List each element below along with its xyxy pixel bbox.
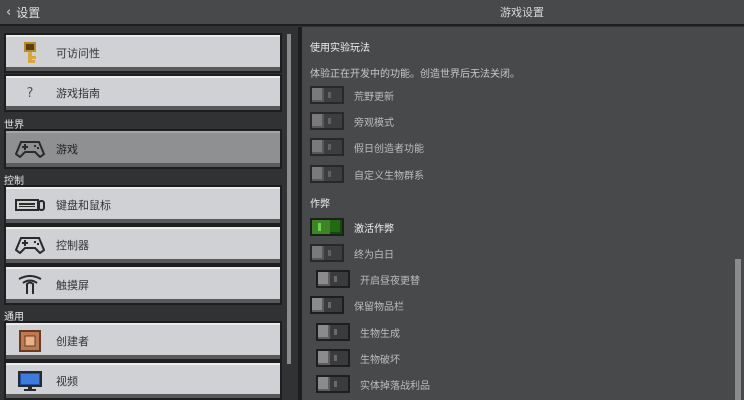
- toggle-label: 开启昼夜更替: [360, 275, 420, 287]
- toggle-knob: [312, 167, 324, 181]
- mob-griefing-toggle[interactable]: [316, 349, 350, 367]
- sidebar-item-label: 创建者: [56, 335, 89, 348]
- experiments-description: 体验正在开发中的功能。创造世界后无法关闭。: [310, 69, 520, 80]
- key-icon: [12, 35, 48, 71]
- toggle-label: 生物生成: [360, 328, 400, 340]
- keep-inventory-toggle[interactable]: [310, 296, 344, 314]
- sidebar-item-accessibility[interactable]: 可访问性: [4, 33, 282, 73]
- toggle-label: 终为白日: [354, 249, 394, 261]
- toggle-label: 实体掉落战利品: [360, 380, 430, 392]
- toggle-knob: [330, 220, 342, 234]
- toggle-row-always-day[interactable]: 终为白日: [310, 243, 394, 263]
- toggle-row-keep-inventory[interactable]: 保留物品栏: [310, 295, 404, 315]
- toggle-row-mob-spawning[interactable]: 生物生成: [316, 322, 400, 342]
- toggle-row-mob-griefing[interactable]: 生物破坏: [316, 348, 400, 368]
- toggle-slot: [328, 92, 331, 98]
- toggle-slot: [328, 302, 331, 308]
- toggle-slot: [334, 329, 337, 335]
- toggle-label: 自定义生物群系: [354, 170, 424, 182]
- toggle-slot: [334, 276, 337, 282]
- toggle-label: 假日创造者功能: [354, 143, 424, 155]
- sidebar-item-label: 键盘和鼠标: [56, 199, 111, 212]
- wild-update-toggle[interactable]: [310, 86, 344, 104]
- gamepad-icon: [12, 227, 48, 263]
- toggle-slot: [328, 118, 331, 124]
- spectator-toggle[interactable]: [310, 112, 344, 130]
- toggle-label: 激活作弊: [354, 223, 394, 235]
- activate-cheats-toggle[interactable]: [310, 218, 344, 236]
- toggle-knob: [312, 114, 324, 128]
- toggle-row-wild-update[interactable]: 荒野更新: [310, 85, 394, 105]
- sidebar-item-label: 游戏: [56, 143, 78, 156]
- sidebar-item-label: 触摸屏: [56, 279, 89, 292]
- sidebar-item-label: 可访问性: [56, 47, 100, 60]
- toggle-slot: [328, 171, 331, 177]
- toggle-row-daylight-cycle[interactable]: 开启昼夜更替: [316, 269, 420, 289]
- settings-scrollbar-thumb[interactable]: [735, 259, 741, 400]
- game-settings-panel: 使用实验玩法 体验正在开发中的功能。创造世界后无法关闭。 荒野更新 旁观模式 假…: [302, 27, 744, 400]
- settings-sidebar: 可访问性 ? 游戏指南 世界 游戏 控制 键盘和鼠标 控制器 触摸屏 通用 创建…: [0, 27, 298, 400]
- toggle-label: 荒野更新: [354, 91, 394, 103]
- toggle-knob: [312, 298, 324, 312]
- top-bar: ‹ 设置 游戏设置: [0, 0, 744, 26]
- sidebar-item-label: 游戏指南: [56, 87, 100, 100]
- toggle-row-spectator[interactable]: 旁观模式: [310, 111, 394, 131]
- sidebar-item-creator[interactable]: 创建者: [4, 321, 282, 361]
- back-label: 设置: [16, 5, 41, 20]
- toggle-slot: [328, 144, 331, 150]
- custom-biomes-toggle[interactable]: [310, 165, 344, 183]
- sidebar-item-how-to-play[interactable]: ? 游戏指南: [4, 74, 282, 112]
- sidebar-item-controller[interactable]: 控制器: [4, 225, 282, 265]
- cheats-title: 作弊: [310, 199, 330, 210]
- toggle-knob: [312, 88, 324, 102]
- toggle-knob: [318, 325, 330, 339]
- toggle-slot: [334, 355, 337, 361]
- toggle-slot: [328, 250, 331, 256]
- chevron-left-icon: ‹: [6, 4, 12, 20]
- toggle-row-activate-cheats[interactable]: 激活作弊: [310, 217, 394, 237]
- toggle-label: 生物破坏: [360, 354, 400, 366]
- toggle-knob: [312, 246, 324, 260]
- sidebar-item-keyboard-mouse[interactable]: 键盘和鼠标: [4, 185, 282, 225]
- creator-icon: [12, 323, 48, 359]
- gamepad-icon: [12, 131, 48, 167]
- monitor-icon: [12, 363, 48, 398]
- toggle-slot: [334, 381, 337, 387]
- sidebar-scrollbar-thumb[interactable]: [287, 34, 291, 364]
- touch-icon: [12, 267, 48, 303]
- toggle-label: 旁观模式: [354, 117, 394, 129]
- sidebar-item-label: 控制器: [56, 239, 89, 252]
- toggle-knob: [318, 351, 330, 365]
- always-day-toggle[interactable]: [310, 244, 344, 262]
- toggle-row-entity-drops[interactable]: 实体掉落战利品: [316, 374, 430, 394]
- sidebar-item-video[interactable]: 视频: [4, 361, 282, 400]
- sidebar-item-label: 视频: [56, 374, 78, 388]
- keyboard-icon: [12, 187, 48, 223]
- toggle-row-custom-biomes[interactable]: 自定义生物群系: [310, 164, 424, 184]
- toggle-slot: [318, 223, 321, 231]
- toggle-knob: [318, 272, 330, 286]
- toggle-label: 保留物品栏: [354, 301, 404, 313]
- daylight-cycle-toggle[interactable]: [316, 270, 350, 288]
- experiments-title: 使用实验玩法: [310, 43, 370, 54]
- toggle-knob: [318, 377, 330, 391]
- entity-drops-toggle[interactable]: [316, 375, 350, 393]
- question-icon: ?: [26, 85, 34, 101]
- holiday-creator-toggle[interactable]: [310, 138, 344, 156]
- mob-spawning-toggle[interactable]: [316, 323, 350, 341]
- toggle-row-holiday-creator[interactable]: 假日创造者功能: [310, 137, 424, 157]
- page-title: 游戏设置: [500, 6, 544, 19]
- toggle-knob: [312, 140, 324, 154]
- back-button[interactable]: ‹ 设置: [0, 0, 60, 24]
- sidebar-item-touch[interactable]: 触摸屏: [4, 265, 282, 305]
- sidebar-item-game[interactable]: 游戏: [4, 129, 282, 169]
